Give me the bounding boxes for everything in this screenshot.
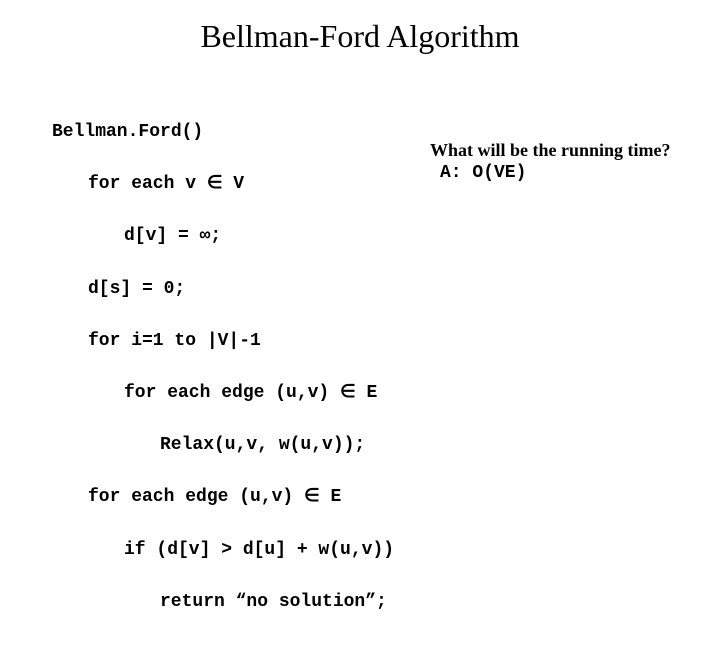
question-box: What will be the running time? A: O(VE) bbox=[430, 140, 671, 183]
question-text: What will be the running time? bbox=[430, 140, 671, 161]
answer-text: A: O(VE) bbox=[430, 163, 671, 183]
code-line: for each edge (u,v) ∈ E bbox=[52, 484, 720, 510]
code-line: d[s] = 0; bbox=[52, 276, 720, 302]
code-line: Relax(u,v, w(u,v)); bbox=[52, 432, 720, 458]
code-line: return “no solution”; bbox=[52, 589, 720, 615]
slide-title: Bellman-Ford Algorithm bbox=[0, 0, 720, 65]
code-line: if (d[v] > d[u] + w(u,v)) bbox=[52, 537, 720, 563]
slide: Bellman-Ford Algorithm Bellman.Ford() fo… bbox=[0, 0, 720, 540]
code-line: d[v] = ∞; bbox=[52, 223, 720, 249]
code-line: for each edge (u,v) ∈ E bbox=[52, 380, 720, 406]
code-line: for i=1 to |V|-1 bbox=[52, 328, 720, 354]
